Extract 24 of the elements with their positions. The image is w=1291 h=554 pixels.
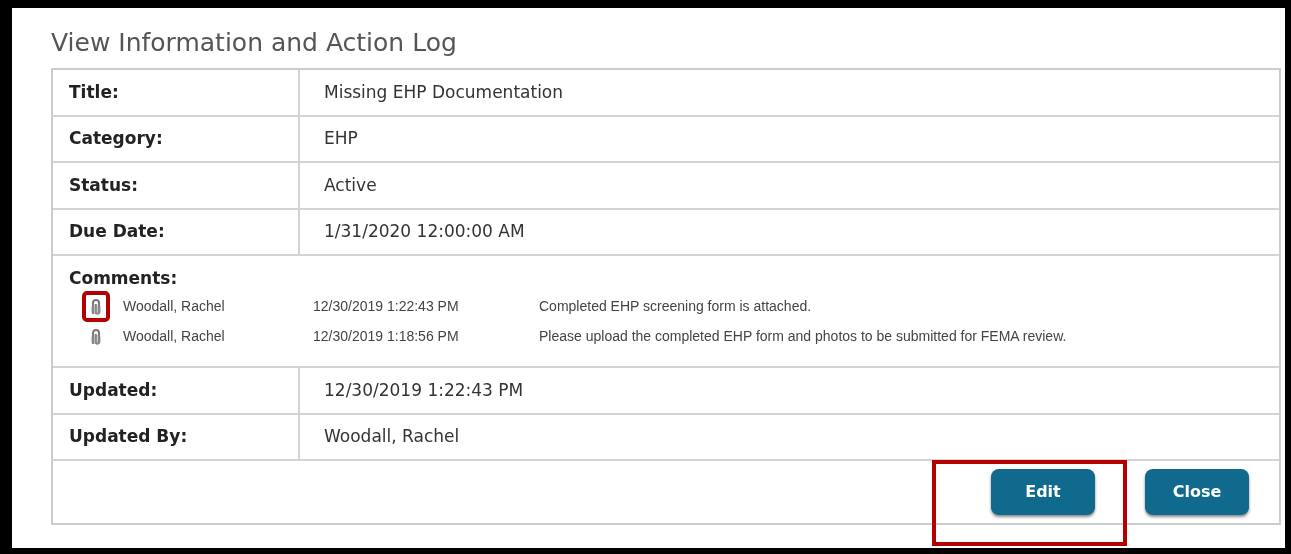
comment-author: Woodall, Rachel	[123, 327, 226, 346]
field-label: Status:	[53, 163, 300, 208]
field-value: 1/31/2020 12:00:00 AM	[323, 220, 526, 243]
comment-text: Please upload the completed EHP form and photos to be submitted for FEMA review.	[539, 327, 1067, 346]
dialog-button[interactable]: Close	[1145, 469, 1249, 515]
attachment-icon[interactable]	[82, 291, 110, 322]
field-value: Active	[323, 173, 378, 197]
comment-time: 12/30/2019 1:22:43 PM	[313, 297, 460, 316]
field-label: Title:	[53, 70, 300, 115]
comment-text: Completed EHP screening form is attached.	[539, 297, 812, 316]
field-value: Woodall, Rachel	[323, 425, 461, 448]
field-label: Comments:	[69, 267, 179, 290]
field-label: Updated By:	[53, 414, 300, 459]
field-value: 12/30/2019 1:22:43 PM	[323, 378, 525, 402]
dialog-title: View Information and Action Log	[51, 28, 458, 58]
dialog-button[interactable]: Edit	[991, 469, 1095, 515]
field-label: Updated:	[53, 368, 300, 413]
attachment-icon[interactable]	[90, 326, 102, 347]
comment-time: 12/30/2019 1:18:56 PM	[313, 327, 460, 346]
field-value: Missing EHP Documentation	[323, 80, 565, 104]
comment-author: Woodall, Rachel	[123, 297, 226, 316]
field-label: Category:	[53, 116, 300, 161]
field-value: EHP	[323, 127, 359, 150]
field-label: Due Date:	[53, 209, 300, 254]
